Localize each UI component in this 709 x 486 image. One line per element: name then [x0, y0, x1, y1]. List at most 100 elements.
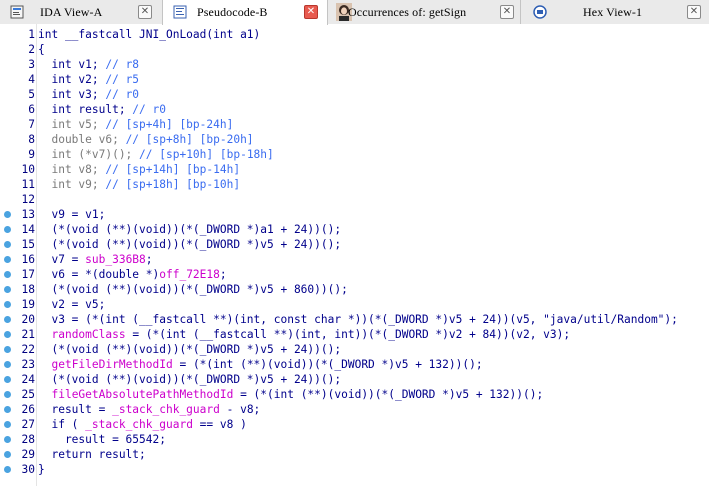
code-text: int v2; // r5 — [38, 73, 140, 86]
code-text: fileGetAbsolutePathMethodId = (*(int (**… — [51, 388, 544, 401]
line-number: 20 — [21, 313, 35, 326]
code-line[interactable]: 30} — [0, 462, 709, 477]
close-icon[interactable]: ✕ — [138, 5, 152, 19]
code-line[interactable]: 14 (*(void (**)(void))(*(_DWORD *)a1 + 2… — [0, 222, 709, 237]
code-line[interactable]: 4 int v2; // r5 — [0, 72, 709, 87]
breakpoint-marker-icon[interactable] — [4, 391, 11, 398]
breakpoint-marker-icon[interactable] — [4, 241, 11, 248]
close-icon[interactable]: ✕ — [304, 5, 318, 19]
breakpoint-marker-icon[interactable] — [4, 451, 11, 458]
breakpoint-marker-icon[interactable] — [4, 361, 11, 368]
breakpoint-marker-icon[interactable] — [4, 211, 11, 218]
code-text: int v1; // r8 — [38, 58, 140, 71]
code-line[interactable]: 25 fileGetAbsolutePathMethodId = (*(int … — [0, 387, 709, 402]
breakpoint-marker-icon[interactable] — [4, 406, 11, 413]
code-line[interactable]: 3 int v1; // r8 — [0, 57, 709, 72]
code-line[interactable]: 1 int __fastcall JNI_OnLoad(int a1) — [0, 27, 709, 42]
code-text: v3 = (*(int (__fastcall **)(int, const c… — [38, 313, 678, 326]
breakpoint-marker-icon[interactable] — [4, 301, 11, 308]
line-number: 19 — [21, 298, 35, 311]
code-line[interactable]: 27 if ( _stack_chk_guard == v8 ) — [0, 417, 709, 432]
code-text: int __fastcall JNI_OnLoad(int a1) — [38, 28, 261, 41]
line-number: 29 — [21, 448, 35, 461]
tab-hex-view-1[interactable]: Hex View-1 ✕ — [521, 0, 709, 24]
breakpoint-marker-icon[interactable] — [4, 286, 11, 293]
line-number: 21 — [21, 328, 35, 341]
code-text: int v5; // [sp+4h] [bp-24h] — [38, 118, 234, 131]
line-number: 5 — [28, 88, 35, 101]
code-text: (*(void (**)(void))(*(_DWORD *)v5 + 860)… — [38, 283, 348, 296]
code-line[interactable]: 13 v9 = v1; — [0, 207, 709, 222]
line-number: 8 — [28, 133, 35, 146]
code-text: v6 = *(double *)off_72E18; — [38, 268, 227, 281]
code-line[interactable]: 9 int (*v7)(); // [sp+10h] [bp-18h] — [0, 147, 709, 162]
code-text: int v8; // [sp+14h] [bp-14h] — [38, 163, 241, 176]
code-line[interactable]: 5 int v3; // r0 — [0, 87, 709, 102]
line-number: 3 — [28, 58, 35, 71]
code-line[interactable]: 19 v2 = v5; — [0, 297, 709, 312]
breakpoint-marker-icon[interactable] — [4, 226, 11, 233]
line-number: 10 — [21, 163, 35, 176]
line-number: 9 — [28, 148, 35, 161]
line-number: 25 — [21, 388, 35, 401]
breakpoint-marker-icon[interactable] — [4, 271, 11, 278]
line-number: 12 — [21, 193, 35, 206]
code-line[interactable]: 26 result = _stack_chk_guard - v8; — [0, 402, 709, 417]
tab-label: Occurrences of: getSign — [348, 5, 467, 19]
code-text: int v9; // [sp+18h] [bp-10h] — [38, 178, 241, 191]
code-text: result = _stack_chk_guard - v8; — [38, 403, 261, 416]
line-number: 1 — [28, 28, 35, 41]
breakpoint-marker-icon[interactable] — [4, 436, 11, 443]
code-line[interactable]: 29 return result; — [0, 447, 709, 462]
line-number: 13 — [21, 208, 35, 221]
tab-ida-view-a[interactable]: IDA View-A ✕ — [0, 0, 162, 24]
breakpoint-marker-icon[interactable] — [4, 376, 11, 383]
close-icon[interactable]: ✕ — [687, 5, 701, 19]
code-line[interactable]: 22 (*(void (**)(void))(*(_DWORD *)v5 + 2… — [0, 342, 709, 357]
line-number: 14 — [21, 223, 35, 236]
breakpoint-marker-icon[interactable] — [4, 256, 11, 263]
code-line[interactable]: 10 int v8; // [sp+14h] [bp-14h] — [0, 162, 709, 177]
line-number: 26 — [21, 403, 35, 416]
code-text: if ( _stack_chk_guard == v8 ) — [38, 418, 247, 431]
code-line[interactable]: 6 int result; // r0 — [0, 102, 709, 117]
code-line[interactable]: 2{ — [0, 42, 709, 57]
code-text: (*(void (**)(void))(*(_DWORD *)v5 + 24))… — [38, 373, 342, 386]
breakpoint-marker-icon[interactable] — [4, 331, 11, 338]
breakpoint-marker-icon[interactable] — [4, 421, 11, 428]
breakpoint-marker-icon[interactable] — [4, 466, 11, 473]
code-line[interactable]: 21 randomClass = (*(int (__fastcall **)(… — [0, 327, 709, 342]
line-number: 7 — [28, 118, 35, 131]
tab-occurrences[interactable]: Occurrences of: getSign ✕ — [328, 0, 521, 24]
tab-pseudocode-b[interactable]: Pseudocode-B ✕ — [162, 0, 328, 25]
code-text: (*(void (**)(void))(*(_DWORD *)v5 + 24))… — [38, 343, 342, 356]
tab-label: Hex View-1 — [583, 5, 643, 19]
code-line[interactable]: 24 (*(void (**)(void))(*(_DWORD *)v5 + 2… — [0, 372, 709, 387]
pseudocode-icon — [173, 5, 187, 19]
code-text: int result; // r0 — [38, 103, 166, 116]
breakpoint-marker-icon[interactable] — [4, 346, 11, 353]
breakpoint-marker-icon[interactable] — [4, 316, 11, 323]
line-number: 11 — [21, 178, 35, 191]
code-line[interactable]: 15 (*(void (**)(void))(*(_DWORD *)v5 + 2… — [0, 237, 709, 252]
line-number: 22 — [21, 343, 35, 356]
code-line[interactable]: 12 — [0, 192, 709, 207]
hex-view-icon — [533, 5, 547, 19]
code-line[interactable]: 17 v6 = *(double *)off_72E18; — [0, 267, 709, 282]
code-text: double v6; // [sp+8h] [bp-20h] — [38, 133, 254, 146]
code-line[interactable]: 20 v3 = (*(int (__fastcall **)(int, cons… — [0, 312, 709, 327]
code-line[interactable]: 8 double v6; // [sp+8h] [bp-20h] — [0, 132, 709, 147]
pseudocode-view[interactable]: 1 int __fastcall JNI_OnLoad(int a1) 2{3 in… — [0, 24, 709, 486]
code-line[interactable]: 11 int v9; // [sp+18h] [bp-10h] — [0, 177, 709, 192]
close-icon[interactable]: ✕ — [500, 5, 514, 19]
code-line[interactable]: 28 result = 65542; — [0, 432, 709, 447]
code-line[interactable]: 23 getFileDirMethodId = (*(int (**)(void… — [0, 357, 709, 372]
code-line[interactable]: 16 v7 = sub_336B8; — [0, 252, 709, 267]
code-text: getFileDirMethodId = (*(int (**)(void))(… — [51, 358, 483, 371]
code-line[interactable]: 7 int v5; // [sp+4h] [bp-24h] — [0, 117, 709, 132]
line-number: 23 — [21, 358, 35, 371]
code-line[interactable]: 18 (*(void (**)(void))(*(_DWORD *)v5 + 8… — [0, 282, 709, 297]
code-text: v7 = sub_336B8; — [38, 253, 153, 266]
ida-view-icon — [10, 5, 24, 19]
line-number: 2 — [28, 43, 35, 56]
